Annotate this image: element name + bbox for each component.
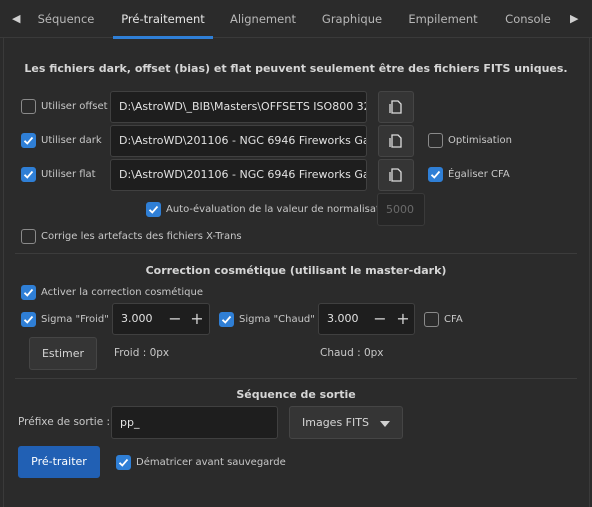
tab-console[interactable]: Console: [498, 0, 558, 38]
tab-sequence[interactable]: Séquence: [30, 0, 102, 38]
activate-cosmetic-label: Activer la correction cosmétique: [41, 287, 203, 298]
checkmark-icon: [430, 170, 441, 179]
minus-icon[interactable]: −: [168, 311, 182, 327]
debayer-label: Dématricer avant sauvegarde: [136, 457, 286, 468]
checkmark-icon: [23, 136, 34, 145]
dark-browse-button[interactable]: [378, 125, 414, 157]
checkmark-icon: [23, 288, 34, 297]
auto-eval-label: Auto-évaluation de la valeur de normalis…: [166, 204, 396, 215]
flat-label: Utiliser flat: [41, 169, 96, 180]
offset-path-field[interactable]: D:\AstroWD\_BIB\Masters\OFFSETS ISO800 3…: [110, 91, 367, 123]
sigma-froid-checkbox[interactable]: [21, 312, 36, 327]
file-icon: [389, 100, 402, 114]
tab-bar: ◀ Séquence Pré-traitement Alignement Gra…: [0, 0, 592, 39]
xtrans-label: Corrige les artefacts des fichiers X-Tra…: [41, 231, 242, 242]
sigma-chaud-checkbox[interactable]: [219, 312, 234, 327]
egaliser-cfa-checkbox[interactable]: [428, 167, 443, 182]
info-text: Les fichiers dark, offset (bias) et flat…: [24, 62, 568, 75]
dark-label: Utiliser dark: [41, 135, 102, 146]
plus-icon[interactable]: +: [396, 311, 410, 327]
separator: [15, 378, 577, 379]
estimate-button[interactable]: Estimer: [29, 337, 97, 370]
tab-graphique[interactable]: Graphique: [316, 0, 388, 38]
sigma-chaud-value: 3.000: [327, 312, 359, 325]
flat-browse-button[interactable]: [378, 159, 414, 191]
tab-empilement[interactable]: Empilement: [402, 0, 484, 38]
flat-checkbox[interactable]: [21, 167, 36, 182]
normalisation-field[interactable]: 5000: [377, 193, 425, 226]
format-value: Images FITS: [302, 416, 369, 429]
chevron-right-icon[interactable]: ▶: [570, 0, 578, 38]
offset-browse-button[interactable]: [378, 91, 414, 123]
flat-path-field[interactable]: D:\AstroWD\201106 - NGC 6946 Fireworks G…: [110, 159, 367, 191]
offset-checkbox[interactable]: [21, 99, 36, 114]
preprocess-button[interactable]: Pré-traiter: [18, 446, 100, 478]
optimisation-label: Optimisation: [448, 135, 512, 146]
output-title: Séquence de sortie: [236, 388, 356, 401]
offset-label: Utiliser offset: [41, 101, 108, 112]
chevron-left-icon[interactable]: ◀: [12, 0, 20, 38]
checkmark-icon: [23, 170, 34, 179]
dropdown-arrow-icon: [380, 421, 390, 427]
sigma-froid-value: 3.000: [121, 312, 153, 325]
file-icon: [389, 134, 402, 148]
auto-eval-checkbox[interactable]: [146, 202, 161, 217]
plus-icon[interactable]: +: [190, 311, 204, 327]
sigma-froid-label: Sigma "Froid" :: [41, 314, 116, 325]
panel-border: [3, 38, 4, 507]
tab-alignement[interactable]: Alignement: [224, 0, 302, 38]
panel-border: [589, 38, 590, 507]
dark-checkbox[interactable]: [21, 133, 36, 148]
xtrans-checkbox[interactable]: [21, 229, 36, 244]
tab-pretraitement[interactable]: Pré-traitement: [113, 0, 213, 39]
sigma-chaud-label: Sigma "Chaud" :: [239, 314, 322, 325]
optimisation-checkbox[interactable]: [428, 133, 443, 148]
separator: [15, 253, 577, 254]
format-select[interactable]: Images FITS: [289, 406, 403, 439]
minus-icon[interactable]: −: [373, 311, 387, 327]
file-icon: [389, 168, 402, 182]
prefix-label: Préfixe de sortie :: [18, 416, 111, 428]
checkmark-icon: [118, 458, 129, 467]
egaliser-cfa-label: Égaliser CFA: [448, 169, 510, 180]
activate-cosmetic-checkbox[interactable]: [21, 285, 36, 300]
chaud-result: Chaud : 0px: [320, 347, 384, 359]
debayer-checkbox[interactable]: [116, 455, 131, 470]
checkmark-icon: [221, 315, 232, 324]
cfa-checkbox[interactable]: [424, 312, 439, 327]
froid-result: Froid : 0px: [114, 347, 170, 359]
cfa-label: CFA: [444, 314, 463, 325]
prefix-field[interactable]: pp_: [111, 406, 278, 439]
checkmark-icon: [148, 205, 159, 214]
dark-path-field[interactable]: D:\AstroWD\201106 - NGC 6946 Fireworks G…: [110, 125, 367, 157]
checkmark-icon: [23, 315, 34, 324]
cosmetic-title: Correction cosmétique (utilisant le mast…: [145, 264, 447, 277]
